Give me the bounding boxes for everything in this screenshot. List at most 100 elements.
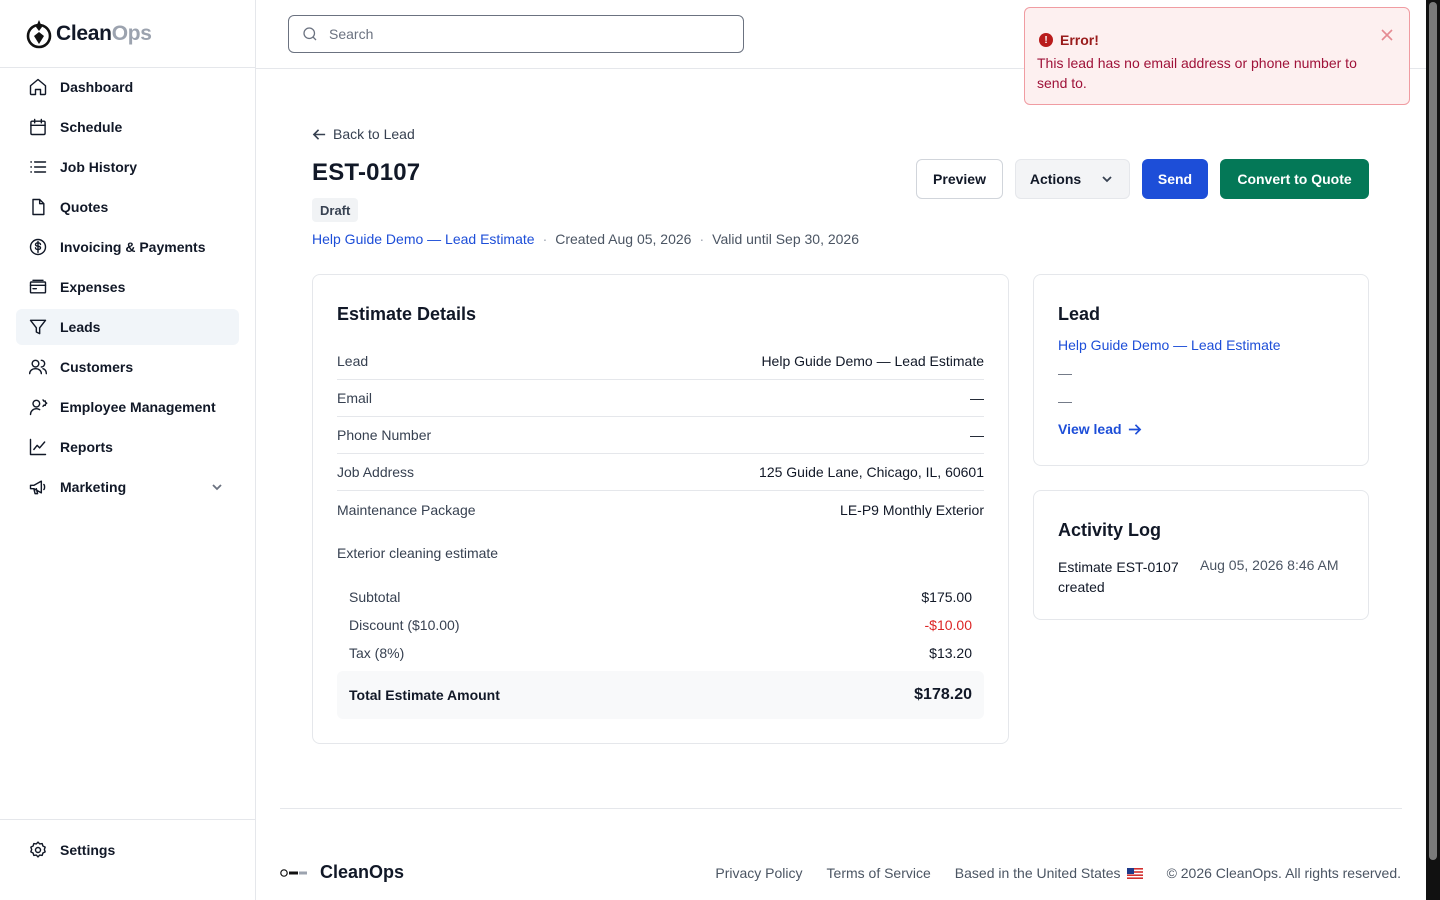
footer-divider [280, 808, 1402, 809]
sidebar-item-schedule[interactable]: Schedule [16, 109, 239, 145]
gear-icon [28, 840, 48, 860]
home-icon [28, 77, 48, 97]
based-in-us: Based in the United States [955, 865, 1143, 881]
sidebar-item-leads[interactable]: Leads [16, 309, 239, 345]
scrollbar-thumb[interactable] [1429, 2, 1437, 860]
search-icon [303, 27, 317, 41]
sidebar-item-reports[interactable]: Reports [16, 429, 239, 465]
footer-logo[interactable]: CleanOps [280, 862, 404, 883]
lead-name-link[interactable]: Help Guide Demo — Lead Estimate [312, 231, 535, 247]
estimate-description: Exterior cleaning estimate [337, 545, 499, 561]
sidebar: CleanOps Dashboard Schedule Job History … [0, 0, 256, 900]
detail-value: Help Guide Demo — Lead Estimate [761, 353, 984, 369]
brand-name-part1: Clean [56, 21, 112, 45]
total-estimate-row: Total Estimate Amount $178.20 [337, 671, 984, 719]
page-scrollbar[interactable] [1426, 0, 1440, 900]
created-date: Created Aug 05, 2026 [555, 231, 692, 247]
activity-log-title: Activity Log [1058, 520, 1162, 540]
search-input[interactable] [329, 26, 729, 42]
summary-label: Subtotal [349, 589, 401, 605]
sidebar-item-quotes[interactable]: Quotes [16, 189, 239, 225]
detail-value: — [970, 390, 984, 406]
detail-row-lead: Lead Help Guide Demo — Lead Estimate [337, 343, 984, 380]
sidebar-item-label: Marketing [60, 479, 127, 495]
sidebar-item-dashboard[interactable]: Dashboard [16, 69, 239, 105]
arrow-left-icon [312, 128, 326, 140]
back-label: Back to Lead [333, 126, 415, 142]
sidebar-item-label: Quotes [60, 199, 109, 215]
brand-logo[interactable]: CleanOps [0, 0, 255, 68]
based-in-text: Based in the United States [954, 865, 1121, 881]
detail-value: LE-P9 Monthly Exterior [840, 501, 984, 518]
status-badge: Draft [312, 198, 359, 222]
sidebar-item-label: Dashboard [60, 79, 134, 95]
sidebar-item-marketing[interactable]: Marketing [16, 469, 239, 505]
back-to-lead-link[interactable]: Back to Lead [312, 126, 415, 142]
detail-label: Lead [337, 353, 369, 369]
us-flag-icon [1126, 868, 1143, 879]
sidebar-item-label: Customers [60, 359, 134, 375]
meta-separator: · [542, 231, 548, 247]
footer-brand-name: CleanOps [320, 862, 405, 882]
sidebar-item-label: Settings [60, 842, 116, 858]
estimate-details-card: Estimate Details Lead Help Guide Demo — … [312, 274, 1009, 744]
error-icon: ! [1039, 33, 1053, 47]
summary-value: $175.00 [921, 589, 972, 605]
lead-card-phone: — [1058, 393, 1072, 409]
chevron-down-icon[interactable] [209, 479, 225, 498]
sidebar-item-invoicing[interactable]: Invoicing & Payments [16, 229, 239, 265]
view-lead-link[interactable]: View lead [1058, 421, 1142, 437]
chevron-down-icon [1102, 176, 1112, 183]
detail-value: — [970, 427, 984, 443]
privacy-policy-link[interactable]: Privacy Policy [715, 865, 802, 881]
copyright: © 2026 CleanOps. All rights reserved. [1166, 865, 1401, 881]
document-icon [28, 197, 48, 217]
cleanops-mini-logo-icon [280, 868, 307, 877]
summary-row-discount: Discount ($10.00) -$10.00 [349, 617, 972, 633]
preview-button[interactable]: Preview [916, 159, 1003, 199]
sidebar-footer: Settings [0, 819, 255, 900]
sidebar-item-label: Employee Management [60, 399, 216, 415]
lead-card-title: Lead [1058, 304, 1101, 324]
summary-label: Tax (8%) [349, 645, 405, 661]
total-value: $178.20 [914, 686, 972, 703]
users-icon [28, 357, 48, 377]
detail-row-job-address: Job Address 125 Guide Lane, Chicago, IL,… [337, 454, 984, 491]
valid-until-date: Valid until Sep 30, 2026 [712, 231, 859, 247]
summary-value: -$10.00 [924, 617, 972, 633]
convert-to-quote-button[interactable]: Convert to Quote [1220, 159, 1369, 199]
actions-dropdown-button[interactable]: Actions [1015, 159, 1130, 199]
send-button[interactable]: Send [1142, 159, 1208, 199]
view-lead-label: View lead [1058, 421, 1122, 437]
detail-label: Email [337, 390, 373, 406]
estimate-meta: Help Guide Demo — Lead Estimate · Create… [312, 231, 859, 247]
user-cog-icon [28, 397, 48, 417]
sidebar-item-expenses[interactable]: Expenses [16, 269, 239, 305]
footer-links: Privacy Policy Terms of Service Based in… [691, 865, 1401, 881]
cleanops-logo-icon [26, 19, 52, 48]
lead-card-name-link[interactable]: Help Guide Demo — Lead Estimate [1058, 337, 1281, 353]
summary-label: Discount ($10.00) [349, 617, 460, 633]
sidebar-item-label: Invoicing & Payments [60, 239, 206, 255]
brand-name-part2: Ops [111, 21, 152, 45]
detail-label: Maintenance Package [337, 501, 476, 518]
sidebar-item-settings[interactable]: Settings [16, 832, 239, 868]
sidebar-item-label: Schedule [60, 119, 123, 135]
detail-label: Phone Number [337, 427, 432, 443]
activity-entry-text: Estimate EST-0107 created [1058, 559, 1179, 595]
terms-of-service-link[interactable]: Terms of Service [827, 865, 931, 881]
sidebar-item-employee-management[interactable]: Employee Management [16, 389, 239, 425]
detail-row-maintenance-package: Maintenance Package LE-P9 Monthly Exteri… [337, 491, 984, 528]
sidebar-item-label: Expenses [60, 279, 126, 295]
sidebar-item-job-history[interactable]: Job History [16, 149, 239, 185]
lead-card: Lead Help Guide Demo — Lead Estimate — —… [1033, 274, 1369, 466]
activity-log-card: Activity Log Estimate EST-0107 created A… [1033, 490, 1369, 620]
sidebar-item-customers[interactable]: Customers [16, 349, 239, 385]
close-icon[interactable] [1378, 26, 1396, 44]
brand-name: CleanOps [56, 22, 152, 46]
megaphone-icon [28, 477, 48, 497]
arrow-right-icon [1128, 423, 1141, 435]
estimate-details-title: Estimate Details [337, 304, 477, 324]
search-box[interactable] [288, 15, 744, 53]
total-label: Total Estimate Amount [349, 687, 500, 703]
